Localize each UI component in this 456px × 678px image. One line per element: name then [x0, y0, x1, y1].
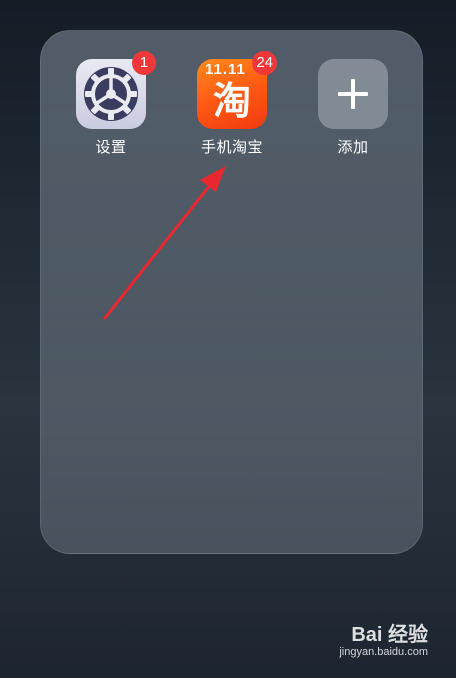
- watermark-logo: Bai 经验: [351, 624, 428, 646]
- baidu-jingyan-watermark: Bai 经验 jingyan.baidu.com: [318, 618, 428, 668]
- watermark-url: jingyan.baidu.com: [339, 646, 428, 658]
- arrow-icon: [103, 166, 226, 320]
